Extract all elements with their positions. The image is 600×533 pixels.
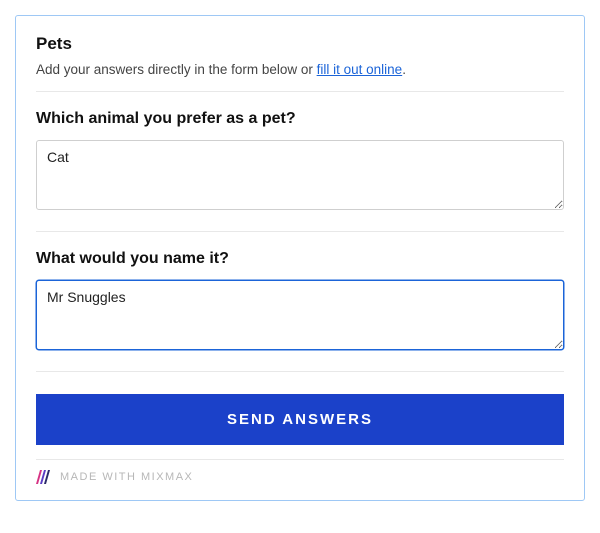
send-answers-button[interactable]: SEND ANSWERS (36, 394, 564, 445)
answer-input-2[interactable] (36, 280, 564, 350)
answer-input-1[interactable] (36, 140, 564, 210)
divider (36, 371, 564, 372)
divider (36, 91, 564, 92)
footer-text: MADE WITH MIXMAX (60, 471, 193, 483)
form-card: Pets Add your answers directly in the fo… (15, 15, 585, 501)
question-block: What would you name it? (36, 250, 564, 355)
form-subtitle: Add your answers directly in the form be… (36, 62, 564, 77)
subtitle-prefix: Add your answers directly in the form be… (36, 62, 317, 77)
question-label: Which animal you prefer as a pet? (36, 110, 564, 128)
fill-online-link[interactable]: fill it out online (317, 62, 403, 77)
question-block: Which animal you prefer as a pet? (36, 110, 564, 215)
mixmax-logo-icon (36, 470, 52, 484)
divider (36, 459, 564, 460)
question-label: What would you name it? (36, 250, 564, 268)
footer: MADE WITH MIXMAX (36, 470, 564, 484)
form-title: Pets (36, 34, 564, 54)
subtitle-suffix: . (402, 62, 406, 77)
divider (36, 231, 564, 232)
